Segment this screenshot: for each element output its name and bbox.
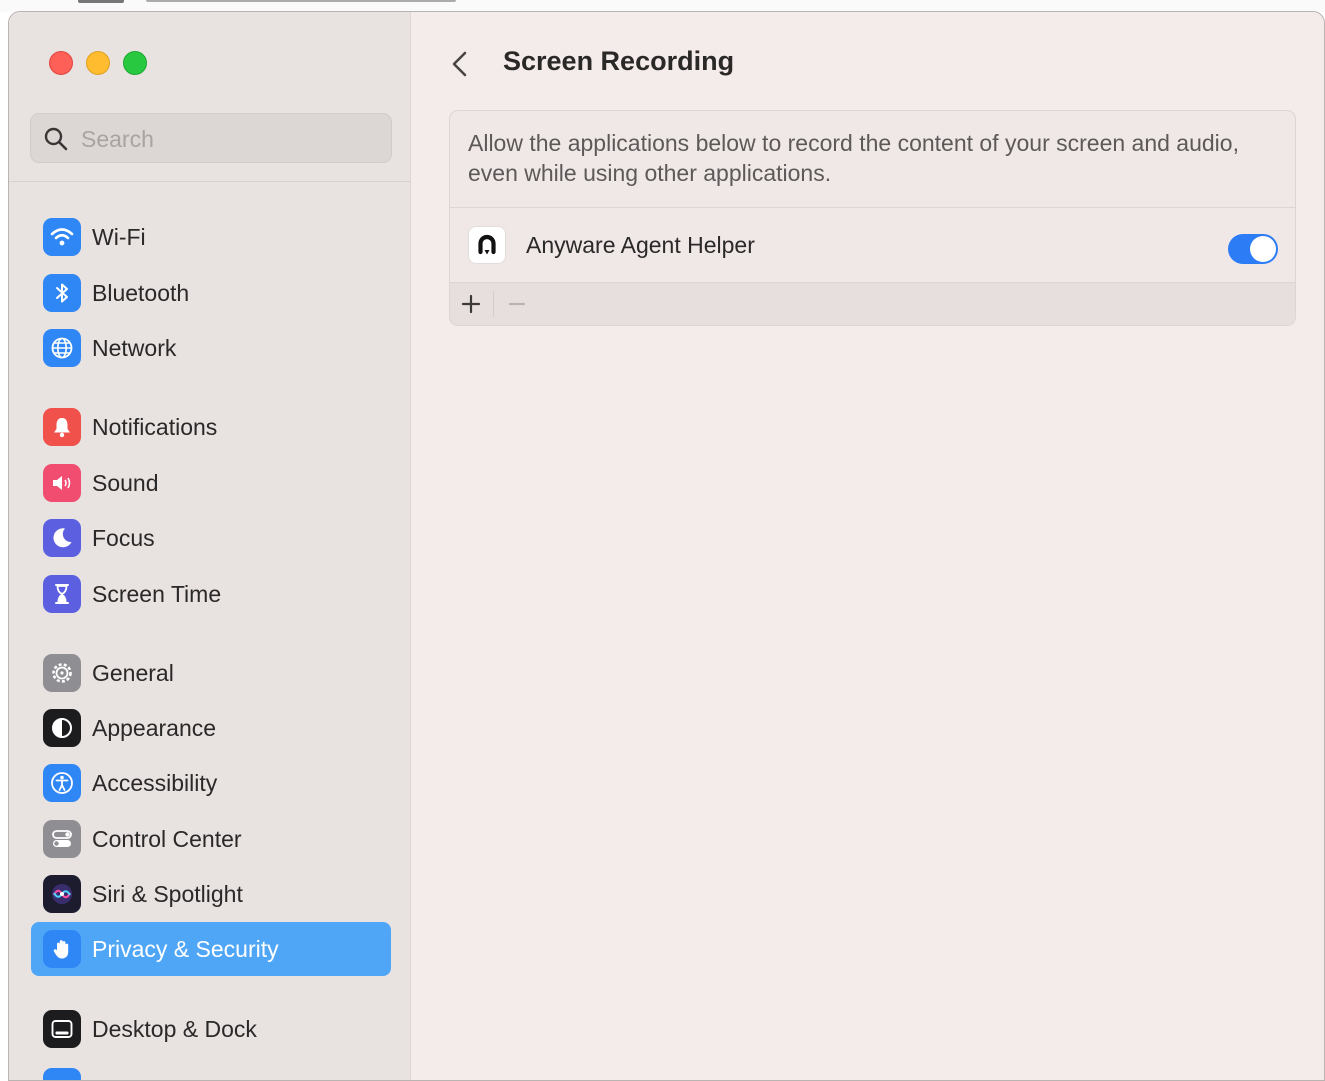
dock-icon <box>43 1010 81 1048</box>
sidebar: Wi-Fi Bluetooth Network Notifications <box>9 12 411 1080</box>
bell-icon <box>43 408 81 446</box>
sidebar-item-label: Accessibility <box>92 769 218 796</box>
sidebar-item-sound[interactable]: Sound <box>31 456 391 510</box>
search-field[interactable] <box>30 113 392 163</box>
hourglass-icon <box>43 575 81 613</box>
search-icon <box>44 127 68 151</box>
screen-recording-panel: Allow the applications below to record t… <box>449 110 1296 326</box>
sidebar-item-label: Bluetooth <box>92 279 190 306</box>
sidebar-item-network[interactable]: Network <box>31 321 391 375</box>
minimize-window-button[interactable] <box>86 51 110 75</box>
search-input[interactable] <box>79 122 383 156</box>
moon-icon <box>43 519 81 557</box>
displays-icon <box>43 1068 81 1080</box>
sidebar-item-control-center[interactable]: Control Center <box>31 812 391 866</box>
sidebar-divider <box>9 181 411 182</box>
app-row: Anyware Agent Helper <box>450 208 1295 282</box>
sidebar-item-label: Privacy & Security <box>92 935 279 962</box>
sidebar-item-label: Notifications <box>92 413 218 440</box>
siri-icon <box>43 875 81 913</box>
sidebar-item-focus[interactable]: Focus <box>31 511 391 565</box>
sidebar-item-label: Siri & Spotlight <box>92 880 243 907</box>
globe-icon <box>43 329 81 367</box>
sidebar-item-privacy-security[interactable]: Privacy & Security <box>31 922 391 976</box>
list-toolbar <box>450 283 1295 325</box>
add-app-button[interactable] <box>456 289 486 319</box>
gear-icon <box>43 654 81 692</box>
sidebar-item-label: Desktop & Dock <box>92 1015 257 1042</box>
switches-icon <box>43 820 81 858</box>
close-window-button[interactable] <box>49 51 73 75</box>
main-content: Screen Recording Allow the applications … <box>411 12 1324 1080</box>
remove-app-button[interactable] <box>502 289 532 319</box>
accessibility-icon <box>43 764 81 802</box>
sidebar-item-label: General <box>92 659 174 686</box>
sidebar-item-accessibility[interactable]: Accessibility <box>31 756 391 810</box>
sidebar-item-desktop-dock[interactable]: Desktop & Dock <box>31 1002 391 1056</box>
sidebar-item-label: Appearance <box>92 714 217 741</box>
sidebar-item-appearance[interactable]: Appearance <box>31 701 391 755</box>
system-settings-window: Wi-Fi Bluetooth Network Notifications <box>8 11 1325 1081</box>
sidebar-item-label: Sound <box>92 469 159 496</box>
toggle-knob <box>1250 236 1276 262</box>
sidebar-item-label: Focus <box>92 524 155 551</box>
page-title: Screen Recording <box>503 46 735 76</box>
sidebar-item-bluetooth[interactable]: Bluetooth <box>31 266 391 320</box>
sidebar-item-label: Control Center <box>92 825 242 852</box>
anyware-app-icon <box>468 226 506 264</box>
back-button[interactable] <box>447 48 473 80</box>
wifi-icon <box>43 218 81 256</box>
app-name: Anyware Agent Helper <box>526 232 755 258</box>
sidebar-item-label: Wi-Fi <box>92 223 146 250</box>
toolbar-separator <box>493 291 494 317</box>
sidebar-item-siri-spotlight[interactable]: Siri & Spotlight <box>31 867 391 921</box>
speaker-icon <box>43 464 81 502</box>
sidebar-item-screen-time[interactable]: Screen Time <box>31 567 391 621</box>
sidebar-item-wifi[interactable]: Wi-Fi <box>31 210 391 264</box>
sidebar-item-label: Network <box>92 334 177 361</box>
panel-description: Allow the applications below to record t… <box>468 130 1239 186</box>
sidebar-item-label: Screen Time <box>92 580 222 607</box>
zoom-window-button[interactable] <box>123 51 147 75</box>
sidebar-item-partial[interactable] <box>31 1060 391 1080</box>
sidebar-item-general[interactable]: General <box>31 646 391 700</box>
bluetooth-icon <box>43 274 81 312</box>
hand-icon <box>43 930 81 968</box>
appearance-icon <box>43 709 81 747</box>
app-permission-toggle[interactable] <box>1228 234 1278 264</box>
sidebar-item-notifications[interactable]: Notifications <box>31 400 391 454</box>
